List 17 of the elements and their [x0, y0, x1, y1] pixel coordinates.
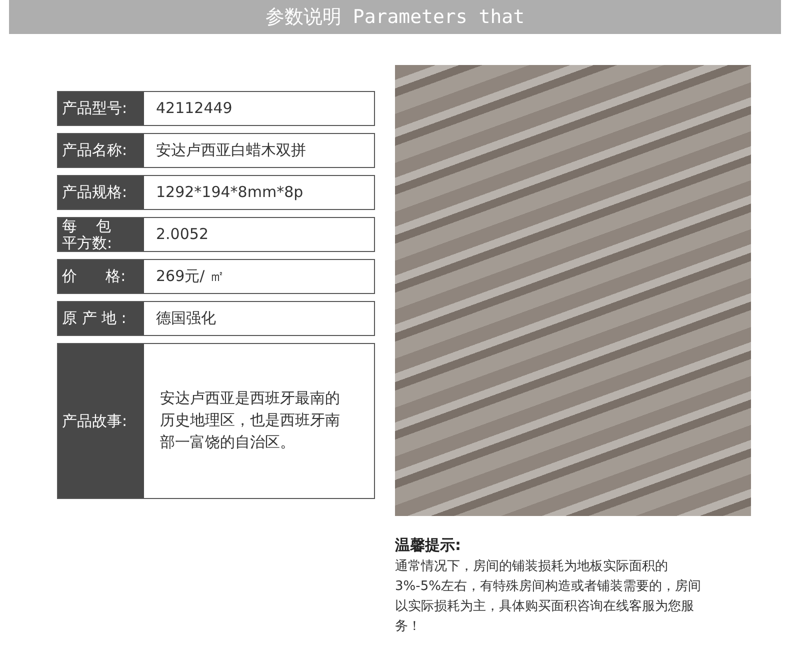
param-value: 德国强化 [155, 308, 217, 330]
param-label: 产品故事: [58, 344, 144, 498]
section-title: 参数说明 Parameters that [9, 0, 781, 34]
param-value: 安达卢西亚白蜡木双拼 [155, 140, 307, 162]
param-value: 2.0052 [155, 224, 210, 246]
param-label: 每 包 平方数: [58, 218, 144, 251]
param-value: 269元/ ㎡ [155, 266, 226, 288]
tips-title: 温馨提示: [395, 535, 462, 556]
param-label: 原 产 地 : [58, 302, 144, 335]
param-label: 产品型号: [58, 92, 144, 125]
param-value: 42112449 [155, 98, 234, 120]
param-value: 安达卢西亚是西班牙最南的历史地理区，也是西班牙南部一富饶的自治区。 [159, 388, 341, 453]
param-value: 1292*194*8mm*8p [155, 182, 304, 204]
tips-text: 通常情况下，房间的铺装损耗为地板实际面积的3%-5%左右，有特殊房间构造或者铺装需要的，房间以实际损耗为主，具体购买面积咨询在线客服为您服务！ [395, 558, 702, 636]
param-label: 产品规格: [58, 176, 144, 209]
param-label: 价 格: [58, 260, 144, 293]
param-label: 产品名称: [58, 134, 144, 167]
